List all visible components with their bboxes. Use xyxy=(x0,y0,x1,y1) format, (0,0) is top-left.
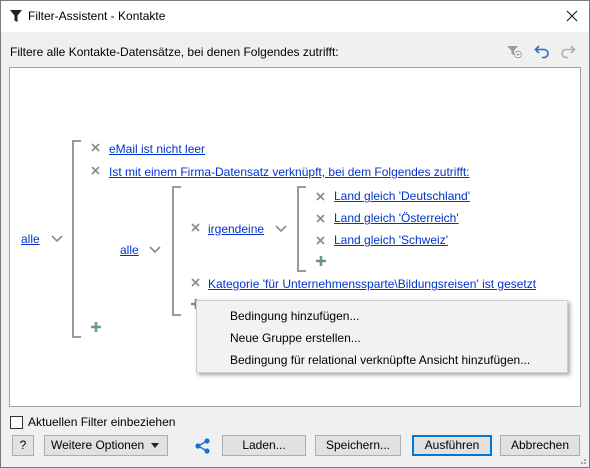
help-label: ? xyxy=(19,438,27,452)
sub-group-bracket xyxy=(172,186,181,316)
help-button[interactable]: ? xyxy=(12,435,34,456)
condition-company-link[interactable]: Ist mit einem Firma-Datensatz verknüpft,… xyxy=(109,165,470,179)
subsub-quantifier-link[interactable]: irgendeine xyxy=(208,222,264,236)
remove-condition-icon[interactable] xyxy=(91,143,100,152)
remove-condition-icon[interactable] xyxy=(316,192,325,201)
include-current-filter-checkbox[interactable] xyxy=(10,416,23,429)
menu-item-add-condition[interactable]: Bedingung hinzufügen... xyxy=(230,309,359,323)
chevron-down-icon[interactable] xyxy=(149,246,161,254)
execute-label: Ausführen xyxy=(424,438,480,452)
more-options-label: Weitere Optionen xyxy=(51,438,145,452)
add-condition-icon[interactable] xyxy=(90,321,102,333)
title-bar: Filter-Assistent - Kontakte xyxy=(1,1,589,32)
cancel-label: Abbrechen xyxy=(510,438,570,452)
load-button[interactable]: Laden... xyxy=(222,435,306,456)
remove-condition-icon[interactable] xyxy=(91,166,100,175)
undo-icon[interactable] xyxy=(533,42,551,60)
subsub-group-bracket xyxy=(297,186,306,272)
condition-germany-link[interactable]: Land gleich 'Deutschland' xyxy=(334,189,470,203)
window-title: Filter-Assistent - Kontakte xyxy=(28,9,166,23)
menu-item-new-group[interactable]: Neue Gruppe erstellen... xyxy=(230,331,361,345)
condition-switzerland-link[interactable]: Land gleich 'Schweiz' xyxy=(334,233,448,247)
context-menu: Bedingung hinzufügen... Neue Gruppe erst… xyxy=(196,300,568,373)
cancel-button[interactable]: Abbrechen xyxy=(500,435,580,456)
sub-quantifier-link[interactable]: alle xyxy=(120,243,139,257)
filter-assistant-window: Filter-Assistent - Kontakte Filtere alle… xyxy=(0,0,590,468)
execute-button[interactable]: Ausführen xyxy=(412,435,492,456)
condition-austria-link[interactable]: Land gleich 'Österreich' xyxy=(334,211,459,225)
chevron-down-icon[interactable] xyxy=(275,225,287,233)
filter-description: Filtere alle Kontakte-Datensätze, bei de… xyxy=(10,45,339,59)
remove-condition-icon[interactable] xyxy=(191,278,200,287)
remove-condition-icon[interactable] xyxy=(316,214,325,223)
save-label: Speichern... xyxy=(325,438,391,452)
close-icon[interactable] xyxy=(563,7,581,25)
remove-condition-icon[interactable] xyxy=(191,223,200,232)
menu-item-add-relational-condition[interactable]: Bedingung für relational verknüpfte Ansi… xyxy=(230,353,530,367)
clear-filter-icon[interactable] xyxy=(505,42,523,60)
more-options-button[interactable]: Weitere Optionen xyxy=(44,435,168,456)
condition-category-link[interactable]: Kategorie 'für Unternehmenssparte\Bildun… xyxy=(208,277,536,291)
add-condition-icon[interactable] xyxy=(315,255,327,267)
save-button[interactable]: Speichern... xyxy=(315,435,401,456)
include-current-filter-label: Aktuellen Filter einbeziehen xyxy=(28,415,176,429)
filter-icon xyxy=(10,10,22,22)
share-icon[interactable] xyxy=(194,437,212,455)
remove-condition-icon[interactable] xyxy=(316,236,325,245)
redo-icon[interactable] xyxy=(559,42,577,60)
chevron-down-icon[interactable] xyxy=(51,235,63,243)
root-quantifier-link[interactable]: alle xyxy=(21,232,40,246)
root-group-bracket xyxy=(72,140,81,338)
resize-grip-icon[interactable] xyxy=(577,455,587,465)
load-label: Laden... xyxy=(242,438,286,452)
dropdown-arrow-icon xyxy=(151,443,159,448)
condition-email-link[interactable]: eMail ist nicht leer xyxy=(109,142,205,156)
